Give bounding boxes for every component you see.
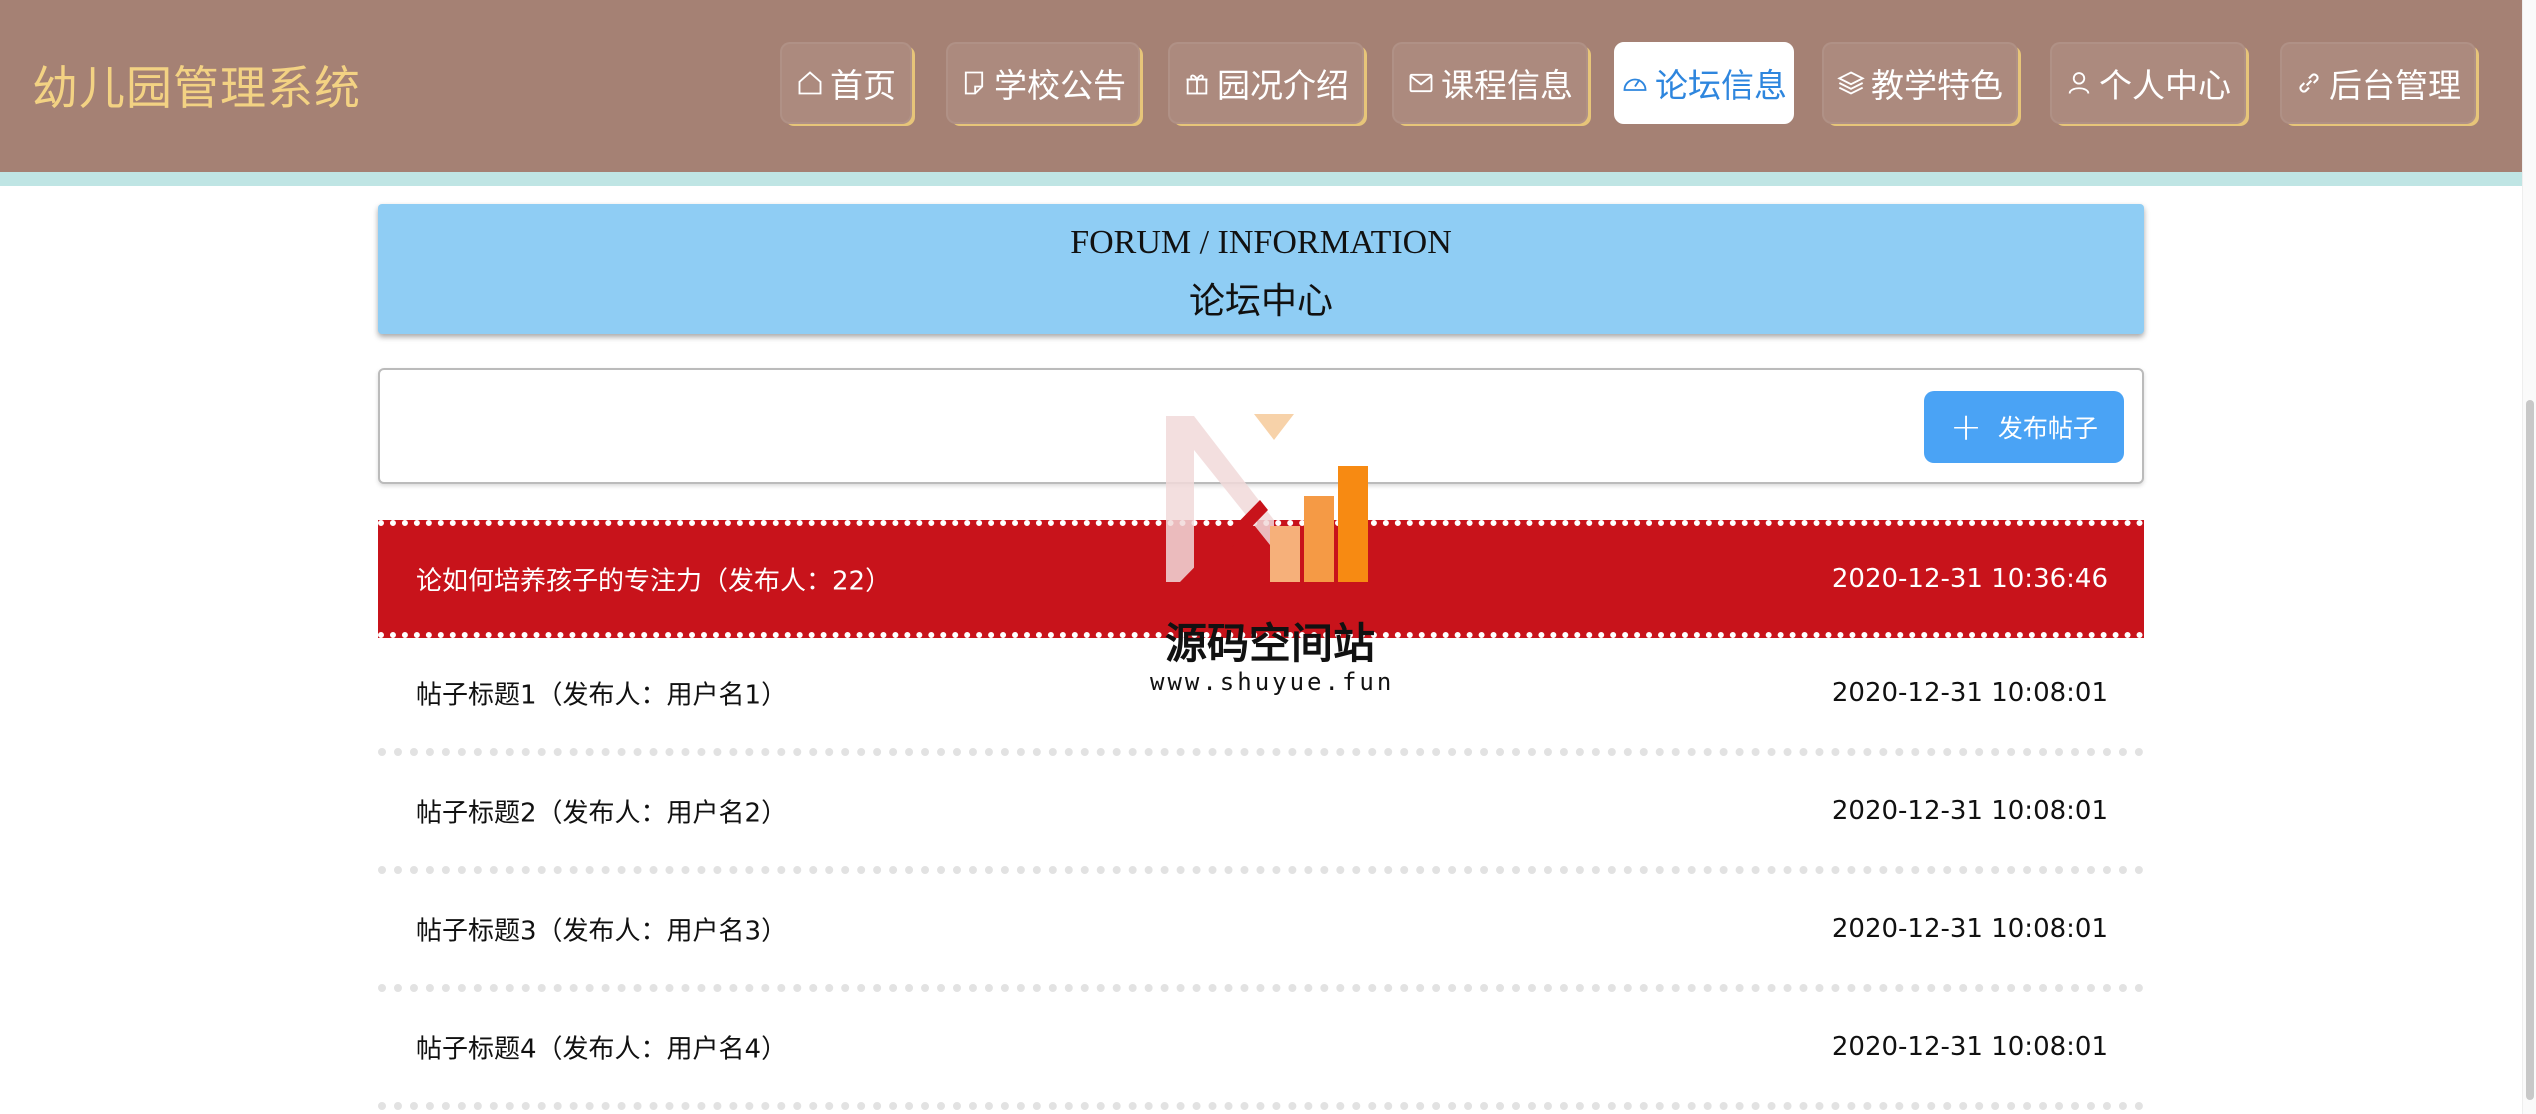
post-title: 论如何培养孩子的专注力（发布人：22）	[416, 566, 892, 597]
scrollbar-thumb[interactable]	[2526, 400, 2534, 1100]
nav-label: 后台管理	[2329, 66, 2461, 105]
nav-announcements[interactable]: 学校公告	[946, 42, 1140, 124]
post-item[interactable]: 帖子标题1（发布人：用户名1） 2020-12-31 10:08:01	[378, 638, 2144, 756]
app-title: 幼儿园管理系统	[32, 61, 361, 115]
post-title: 帖子标题1（发布人：用户名1）	[416, 680, 788, 711]
post-item[interactable]: 帖子标题4（发布人：用户名4） 2020-12-31 10:08:01	[378, 992, 2144, 1110]
post-item[interactable]: 帖子标题3（发布人：用户名3） 2020-12-31 10:08:01	[378, 874, 2144, 992]
post-title: 帖子标题2（发布人：用户名2）	[416, 798, 788, 829]
header-divider	[0, 172, 2536, 186]
nav-teaching-features[interactable]: 教学特色	[1822, 42, 2018, 124]
home-icon	[798, 71, 822, 95]
nav-label: 论坛信息	[1655, 66, 1787, 105]
nav-forum[interactable]: 论坛信息	[1614, 42, 1794, 124]
publish-post-button[interactable]: + 发布帖子	[1924, 391, 2124, 463]
post-time: 2020-12-31 10:08:01	[1831, 914, 2108, 944]
plus-icon: +	[1950, 405, 1982, 449]
user-icon	[2068, 72, 2090, 94]
mail-icon	[1409, 73, 1433, 93]
post-time: 2020-12-31 10:08:01	[1831, 796, 2108, 826]
page-scrollbar[interactable]	[2522, 0, 2536, 1114]
post-item[interactable]: 帖子标题2（发布人：用户名2） 2020-12-31 10:08:01	[378, 756, 2144, 874]
nav-label: 首页	[830, 66, 896, 105]
top-navbar: 幼儿园管理系统 首页 学校公告 园况介绍 课程信息 论坛信息 教学特色 个人中心…	[0, 0, 2536, 172]
publish-label: 发布帖子	[1997, 414, 2098, 443]
post-item[interactable]: 论如何培养孩子的专注力（发布人：22） 2020-12-31 10:36:46	[378, 520, 2144, 638]
nav-label: 学校公告	[994, 66, 1126, 105]
layers-icon	[1837, 71, 1865, 95]
gauge-icon	[1623, 78, 1647, 91]
nav-admin[interactable]: 后台管理	[2280, 42, 2476, 124]
post-time: 2020-12-31 10:08:01	[1831, 678, 2108, 708]
nav-label: 课程信息	[1441, 66, 1573, 105]
banner-title-cn: 论坛中心	[1188, 281, 1333, 321]
nav-courses[interactable]: 课程信息	[1392, 42, 1588, 124]
post-title: 帖子标题3（发布人：用户名3）	[416, 916, 788, 947]
nav-home[interactable]: 首页	[780, 42, 912, 124]
nav-label: 教学特色	[1871, 66, 2003, 105]
post-time: 2020-12-31 10:08:01	[1831, 1032, 2108, 1062]
nav-label: 园况介绍	[1217, 66, 1349, 105]
nav-label: 个人中心	[2099, 66, 2231, 105]
nav-profile[interactable]: 个人中心	[2050, 42, 2246, 124]
post-title: 帖子标题4（发布人：用户名4）	[416, 1034, 788, 1065]
post-list: 论如何培养孩子的专注力（发布人：22） 2020-12-31 10:36:46 …	[378, 520, 2144, 1110]
banner-title-en: FORUM / INFORMATION	[1070, 224, 1452, 261]
page-banner: FORUM / INFORMATION 论坛中心	[378, 204, 2144, 334]
forum-toolbar: + 发布帖子	[378, 368, 2144, 484]
gift-icon	[1186, 74, 1208, 95]
nav-school-intro[interactable]: 园况介绍	[1168, 42, 1364, 124]
link-icon	[2299, 73, 2319, 93]
note-icon	[964, 71, 984, 95]
post-time: 2020-12-31 10:36:46	[1831, 564, 2108, 594]
